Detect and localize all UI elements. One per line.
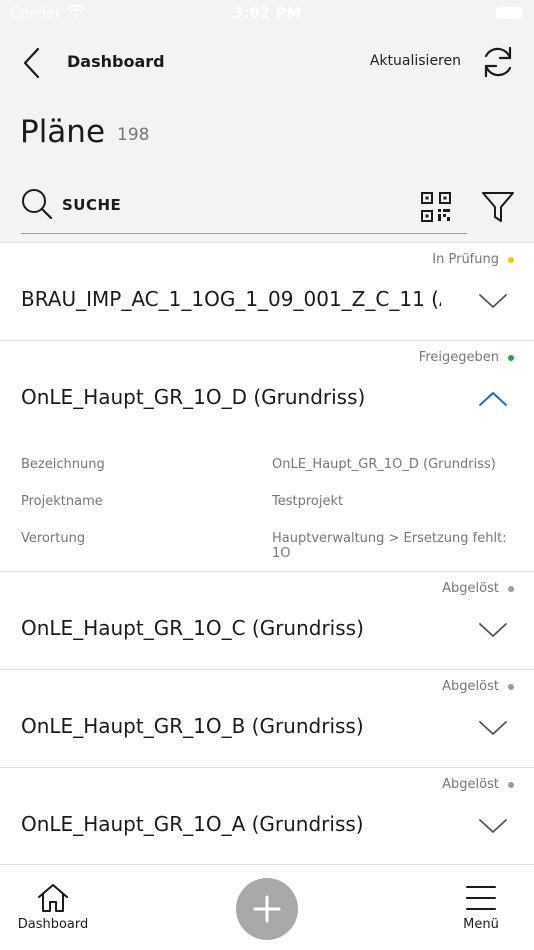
status-bar: Carrier 3:02 PM — [0, 0, 534, 28]
detail-label: Bezeichnung — [21, 457, 105, 472]
tab-menu[interactable]: Menü — [448, 883, 514, 932]
status-dot-icon — [508, 586, 514, 592]
detail-label: Projektname — [21, 494, 103, 509]
list-item-expanded[interactable]: Freigegeben OnLE_Haupt_GR_1O_D (Grundris… — [0, 340, 534, 571]
detail-row: Verortung Hauptverwaltung > Ersetzung fe… — [21, 531, 521, 568]
header-area: Carrier 3:02 PM Dashboard Aktualisieren … — [0, 0, 534, 242]
search-field[interactable]: SUCHE — [21, 186, 467, 234]
status-badge: Freigegeben — [419, 350, 514, 365]
list-item[interactable]: Abgelöst OnLE_Haupt_GR_1O_C (Grundriss) — [0, 571, 534, 669]
status-badge: Abgelöst — [442, 581, 514, 596]
tab-dashboard-label: Dashboard — [17, 917, 89, 932]
plan-name: OnLE_Haupt_GR_1O_B (Grundriss) — [21, 714, 364, 738]
plan-name: OnLE_Haupt_GR_1O_A (Grundriss) — [21, 812, 364, 836]
detail-value: Testprojekt — [272, 494, 344, 509]
search-label: SUCHE — [62, 196, 122, 214]
tab-dashboard[interactable]: Dashboard — [14, 883, 92, 932]
plan-name: OnLE_Haupt_GR_1O_D (Grundriss) — [21, 385, 366, 409]
add-button[interactable] — [236, 878, 298, 940]
plus-icon — [253, 895, 281, 923]
plan-name: BRAU_IMP_AC_1_1OG_1_09_001_Z_C_11 (Ansic… — [21, 287, 441, 311]
chevron-up-icon[interactable] — [478, 390, 508, 408]
status-badge: In Prüfung — [432, 252, 514, 267]
refresh-label[interactable]: Aktualisieren — [370, 53, 461, 69]
status-dot-icon — [508, 257, 514, 263]
plan-list: In Prüfung BRAU_IMP_AC_1_1OG_1_09_001_Z_… — [0, 242, 534, 865]
chevron-down-icon[interactable] — [478, 817, 508, 835]
detail-value: Hauptverwaltung > Ersetzung fehlt: 1O — [272, 531, 507, 561]
chevron-down-icon[interactable] — [478, 621, 508, 639]
status-text: In Prüfung — [432, 252, 499, 267]
list-item[interactable]: In Prüfung BRAU_IMP_AC_1_1OG_1_09_001_Z_… — [0, 242, 534, 340]
status-dot-icon — [508, 355, 514, 361]
detail-label: Verortung — [21, 531, 86, 546]
plan-count: 198 — [117, 125, 150, 145]
plan-details: Bezeichnung OnLE_Haupt_GR_1O_D (Grundris… — [21, 457, 521, 568]
chevron-down-icon[interactable] — [478, 719, 508, 737]
detail-row: Bezeichnung OnLE_Haupt_GR_1O_D (Grundris… — [21, 457, 521, 494]
status-text: Abgelöst — [442, 777, 499, 792]
search-icon — [22, 189, 53, 220]
hamburger-menu-icon — [466, 886, 496, 910]
status-time: 3:02 PM — [232, 4, 302, 22]
home-icon — [38, 884, 68, 912]
status-badge: Abgelöst — [442, 679, 514, 694]
status-dot-icon — [508, 782, 514, 788]
nav-back-title[interactable]: Dashboard — [67, 52, 165, 71]
status-text: Abgelöst — [442, 581, 499, 596]
tab-menu-label: Menü — [463, 917, 499, 932]
detail-value: OnLE_Haupt_GR_1O_D (Grundriss) — [272, 457, 496, 472]
plan-name: OnLE_Haupt_GR_1O_C (Grundriss) — [21, 616, 364, 640]
list-item[interactable]: Abgelöst OnLE_Haupt_GR_1O_B (Grundriss) — [0, 669, 534, 767]
detail-row: Projektname Testprojekt — [21, 494, 521, 531]
qr-code-icon[interactable] — [421, 192, 451, 222]
list-item[interactable]: Abgelöst OnLE_Haupt_GR_1O_A (Grundriss) — [0, 767, 534, 865]
status-text: Abgelöst — [442, 679, 499, 694]
page-title: Pläne — [20, 114, 106, 150]
back-chevron-icon[interactable] — [20, 46, 44, 80]
status-badge: Abgelöst — [442, 777, 514, 792]
filter-icon[interactable] — [481, 190, 515, 224]
battery-icon — [496, 7, 522, 19]
refresh-icon[interactable] — [480, 44, 516, 80]
status-dot-icon — [508, 684, 514, 690]
chevron-down-icon[interactable] — [478, 292, 508, 310]
status-text: Freigegeben — [418, 350, 499, 365]
